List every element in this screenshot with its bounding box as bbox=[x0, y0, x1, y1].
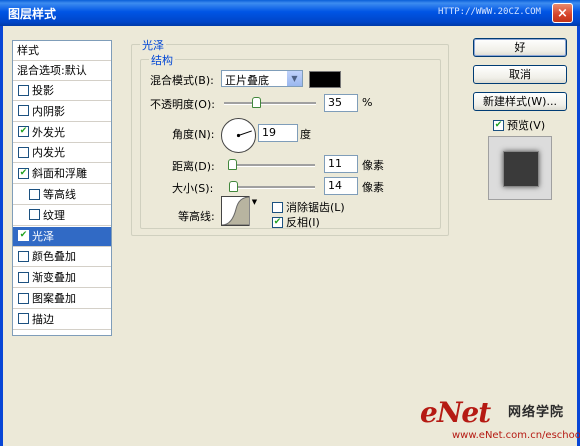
checkbox-icon[interactable] bbox=[29, 188, 40, 200]
style-item-label: 图案叠加 bbox=[32, 292, 76, 305]
preview-label: 预览(V) bbox=[507, 119, 546, 132]
angle-dial[interactable] bbox=[221, 118, 256, 153]
opacity-unit: % bbox=[362, 96, 373, 109]
layer-style-dialog: 图层样式 HTTP://WWW.20CZ.COM × 样式 混合选项:默认 投影… bbox=[0, 0, 580, 446]
angle-input[interactable]: 19 bbox=[258, 124, 298, 142]
style-item-label: 颜色叠加 bbox=[32, 250, 76, 264]
style-item[interactable]: 图案叠加 bbox=[13, 289, 111, 309]
checkmark-icon[interactable]: ✔ bbox=[18, 230, 29, 242]
style-item[interactable]: 等高线 bbox=[13, 185, 111, 205]
checkbox-icon[interactable] bbox=[18, 146, 29, 158]
antialias-checkbox[interactable]: 消除锯齿(L) bbox=[272, 199, 345, 215]
angle-dial-needle bbox=[236, 130, 252, 138]
checkbox-icon[interactable] bbox=[18, 84, 29, 96]
style-item-label: 等高线 bbox=[43, 188, 76, 201]
checkbox-icon[interactable] bbox=[18, 292, 29, 304]
antialias-label: 消除锯齿(L) bbox=[286, 201, 345, 214]
blend-mode-value: 正片叠底 bbox=[225, 74, 269, 87]
style-item[interactable]: 纹理 bbox=[13, 206, 111, 226]
distance-unit: 像素 bbox=[362, 159, 384, 172]
style-item-label: 斜面和浮雕 bbox=[32, 167, 87, 181]
style-item-label: 描边 bbox=[32, 312, 54, 326]
cancel-button[interactable]: 取消 bbox=[473, 65, 567, 84]
checkmark-icon[interactable]: ✔ bbox=[18, 167, 29, 179]
contour-label: 等高线: bbox=[178, 210, 215, 223]
checkbox-icon[interactable] bbox=[18, 271, 29, 283]
style-item-label: 渐变叠加 bbox=[32, 271, 76, 285]
style-item[interactable]: 内发光 bbox=[13, 143, 111, 164]
distance-input[interactable]: 11 bbox=[324, 155, 358, 173]
style-item[interactable]: 内阴影 bbox=[13, 102, 111, 122]
preview-square bbox=[503, 151, 539, 187]
close-button[interactable]: × bbox=[552, 3, 573, 23]
window-frame-left bbox=[0, 26, 3, 446]
style-item[interactable]: 投影 bbox=[13, 81, 111, 101]
new-style-button[interactable]: 新建样式(W)... bbox=[473, 92, 567, 111]
style-item[interactable]: ✔ 外发光 bbox=[13, 123, 111, 143]
checkbox-icon[interactable] bbox=[29, 209, 40, 221]
angle-label: 角度(N): bbox=[172, 128, 215, 141]
style-item-label: 投影 bbox=[32, 84, 54, 97]
invert-checkbox[interactable]: ✔ 反相(I) bbox=[272, 214, 320, 230]
blend-mode-select[interactable]: 正片叠底 ▼ bbox=[221, 70, 303, 87]
style-item[interactable]: 描边 bbox=[13, 310, 111, 330]
checkmark-icon: ✔ bbox=[272, 216, 283, 228]
style-item-label: 内阴影 bbox=[32, 104, 65, 118]
size-input[interactable]: 14 bbox=[324, 177, 358, 195]
contour-curve-icon bbox=[222, 197, 251, 225]
opacity-input[interactable]: 35 bbox=[324, 94, 358, 112]
style-item-label: 内发光 bbox=[32, 146, 65, 160]
blend-color-swatch[interactable] bbox=[309, 71, 341, 88]
title-bar[interactable]: 图层样式 HTTP://WWW.20CZ.COM × bbox=[0, 0, 580, 26]
blend-mode-label: 混合模式(B): bbox=[150, 74, 214, 87]
angle-unit: 度 bbox=[300, 128, 311, 141]
enet-logo: eNet bbox=[420, 396, 491, 429]
blend-options-item[interactable]: 混合选项:默认 bbox=[13, 61, 111, 81]
style-item-label: 外发光 bbox=[32, 125, 65, 139]
site-watermark: HTTP://WWW.20CZ.COM bbox=[438, 7, 541, 17]
style-item-label: 纹理 bbox=[43, 208, 65, 222]
opacity-label: 不透明度(O): bbox=[150, 98, 215, 111]
size-label: 大小(S): bbox=[172, 182, 214, 195]
checkmark-icon: ✔ bbox=[493, 119, 504, 131]
preview-thumbnail bbox=[488, 136, 552, 200]
structure-group-title: 结构 bbox=[149, 52, 175, 68]
style-item-label: 光泽 bbox=[32, 229, 54, 243]
distance-slider[interactable] bbox=[229, 164, 315, 167]
invert-label: 反相(I) bbox=[286, 216, 320, 229]
size-unit: 像素 bbox=[362, 181, 384, 194]
checkmark-icon[interactable]: ✔ bbox=[18, 126, 29, 138]
checkbox-icon[interactable] bbox=[18, 105, 29, 117]
distance-label: 距离(D): bbox=[172, 160, 215, 173]
chevron-down-icon: ▼ bbox=[287, 71, 302, 86]
size-slider[interactable] bbox=[229, 186, 315, 189]
checkbox-icon[interactable] bbox=[18, 313, 29, 325]
opacity-slider-thumb[interactable] bbox=[252, 97, 262, 108]
checkbox-icon bbox=[272, 201, 283, 213]
satin-group-title: 光泽 bbox=[140, 37, 166, 53]
style-list: 样式 混合选项:默认 投影 内阴影 ✔ 外发光 内发光 ✔ 斜面和浮雕 等高线 纹理 ✔ 光泽 颜色叠… bbox=[12, 40, 112, 336]
checkbox-icon[interactable] bbox=[18, 250, 29, 262]
ok-button[interactable]: 好 bbox=[473, 38, 567, 57]
style-item[interactable]: ✔ 光泽 bbox=[13, 226, 111, 247]
preview-checkbox[interactable]: ✔ 预览(V) bbox=[493, 117, 545, 133]
enet-logo-cn: 网络学院 bbox=[508, 405, 565, 420]
style-list-header[interactable]: 样式 bbox=[13, 41, 111, 61]
contour-dropdown-icon[interactable]: ▼ bbox=[249, 196, 259, 226]
size-slider-thumb[interactable] bbox=[229, 181, 239, 192]
style-item[interactable]: 渐变叠加 bbox=[13, 268, 111, 289]
opacity-slider[interactable] bbox=[224, 102, 316, 105]
dialog-title: 图层样式 bbox=[8, 7, 57, 21]
enet-url: www.eNet.com.cn/eschool bbox=[452, 430, 580, 441]
style-item[interactable]: ✔ 斜面和浮雕 bbox=[13, 164, 111, 185]
style-item[interactable]: 颜色叠加 bbox=[13, 247, 111, 268]
distance-slider-thumb[interactable] bbox=[228, 159, 238, 170]
